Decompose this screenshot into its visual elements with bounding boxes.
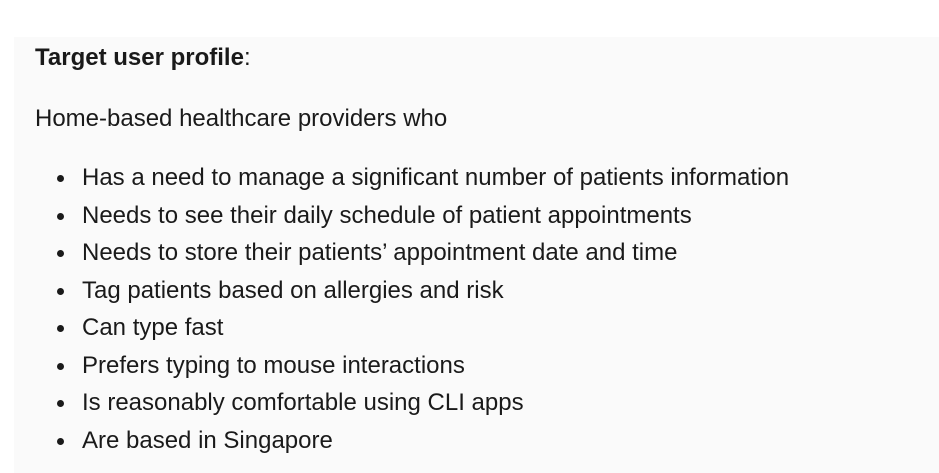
- intro-paragraph: Home-based healthcare providers who: [35, 105, 448, 132]
- bullet-icon: [57, 362, 64, 370]
- bullet-icon: [57, 325, 64, 332]
- list-item-text: Prefers typing to mouse interactions: [82, 351, 465, 379]
- list-item: Has a need to manage a significant numbe…: [35, 159, 939, 197]
- list-item-text: Can type fast: [82, 314, 224, 341]
- profile-list: Has a need to manage a significant numbe…: [35, 159, 939, 459]
- document-body: Target user profile: Home-based healthca…: [35, 38, 939, 459]
- section-heading: Target user profile:: [35, 38, 939, 78]
- list-item: Can type fast: [35, 309, 939, 347]
- list-item: Needs to store their patients’ appointme…: [35, 234, 939, 272]
- list-item-text: Is reasonably comfortable using CLI apps: [82, 389, 524, 416]
- heading-title: Target user profile: [35, 44, 244, 71]
- list-item-text: Has a need to manage a significant numbe…: [82, 164, 790, 191]
- heading-colon: :: [243, 44, 251, 71]
- bullet-icon: [57, 175, 64, 182]
- list-item: Is reasonably comfortable using CLI apps: [35, 384, 939, 422]
- list-item: Tag patients based on allergies and risk: [35, 272, 939, 310]
- bullet-icon: [57, 437, 64, 445]
- list-item-text: Needs to see their daily schedule of pat…: [82, 201, 692, 229]
- list-item: Needs to see their daily schedule of pat…: [35, 197, 939, 235]
- list-item: Are based in Singapore: [35, 422, 939, 460]
- list-item: Prefers typing to mouse interactions: [35, 347, 939, 385]
- list-item-text: Needs to store their patients’ appointme…: [82, 239, 678, 266]
- list-item-text: Tag patients based on allergies and risk: [82, 276, 504, 304]
- bullet-icon: [57, 212, 64, 220]
- list-item-text: Are based in Singapore: [82, 426, 333, 454]
- bullet-icon: [57, 250, 64, 257]
- bullet-icon: [57, 287, 64, 295]
- bullet-icon: [57, 400, 64, 407]
